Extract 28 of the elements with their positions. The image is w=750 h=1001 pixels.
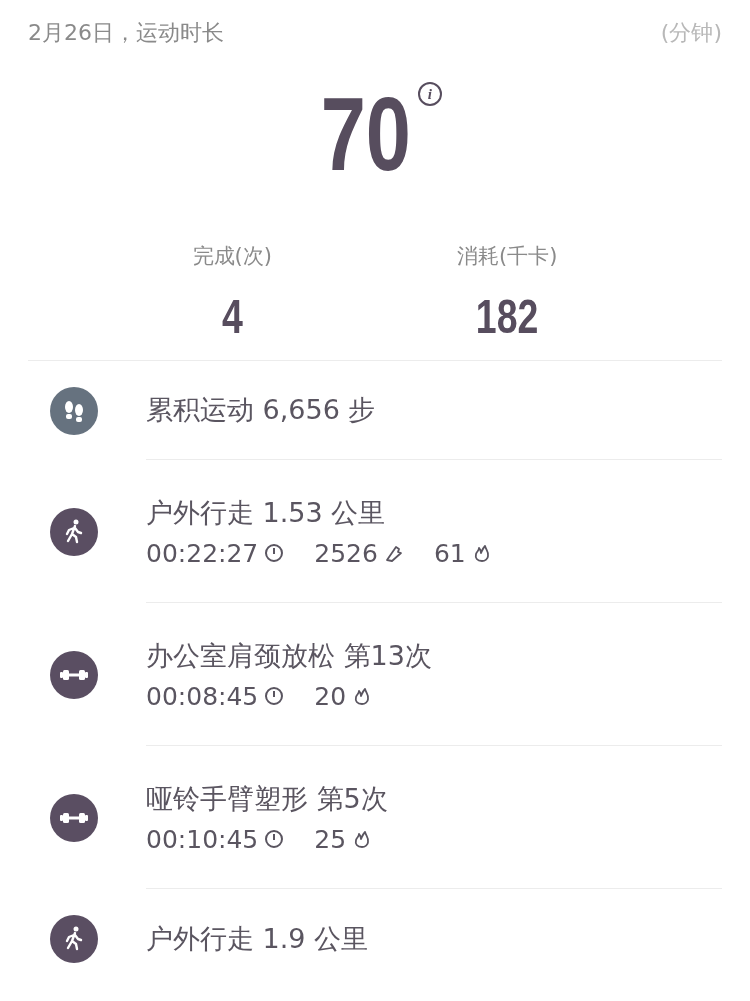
stat-value: 00:10:45 (146, 824, 259, 854)
stopwatch-icon (264, 829, 285, 849)
stopwatch-icon (264, 686, 285, 706)
stat-value: 20 (314, 681, 347, 711)
summary-label: 消耗(千卡) (457, 243, 558, 270)
total-minutes: 70 (320, 82, 412, 186)
dumbbell-icon (50, 793, 98, 842)
stat-value: 61 (433, 538, 466, 568)
activity-title[interactable]: 户外行走 1.9 公里 (146, 920, 722, 957)
dumbbell-icon (50, 650, 98, 699)
summary-value: 182 (476, 292, 539, 342)
summary-label: 完成(次) (192, 243, 272, 270)
stopwatch-icon (264, 543, 285, 563)
footprints-icon (50, 386, 98, 435)
stat-value: 2526 (314, 538, 378, 568)
activity-title[interactable]: 累积运动 6,656 步 (146, 392, 722, 428)
activity-title[interactable]: 户外行走 1.53 公里 (146, 494, 722, 531)
activity-title[interactable]: 哑铃手臂塑形 第5次 (146, 780, 722, 817)
activity-title[interactable]: 办公室肩颈放松 第13次 (146, 637, 722, 674)
unit-label: (分钟) (660, 19, 722, 47)
stat-value: 00:08:45 (146, 681, 259, 711)
info-icon[interactable]: i (417, 82, 442, 106)
stat-value: 00:22:27 (146, 538, 259, 568)
walking-person-icon (50, 507, 98, 556)
date-title: 2月26日，运动时长 (28, 19, 224, 47)
stat-value: 25 (314, 824, 347, 854)
walking-person-icon (50, 914, 98, 963)
summary-value: 4 (221, 292, 243, 342)
